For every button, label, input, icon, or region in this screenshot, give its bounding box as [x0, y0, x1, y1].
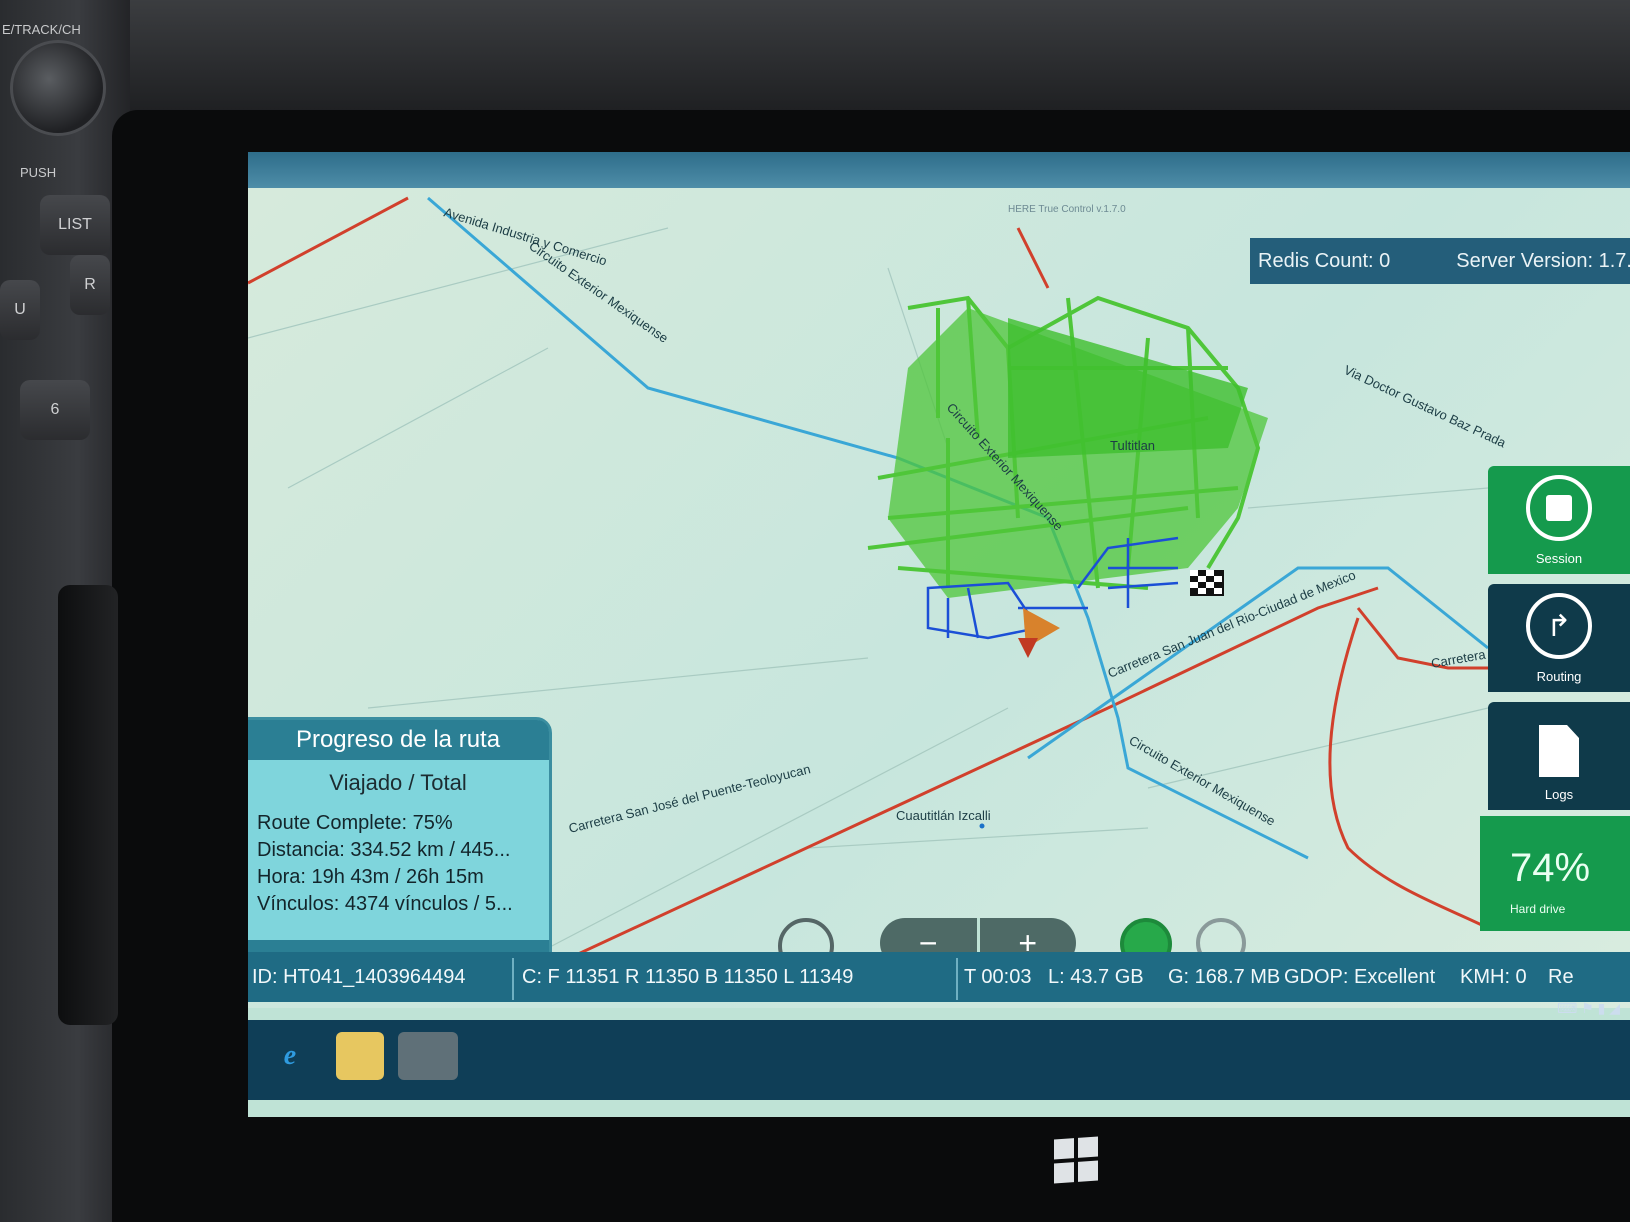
route-progress-title: Progreso de la ruta — [248, 720, 549, 760]
server-version: Server Version: 1.7.0 — [1456, 249, 1630, 272]
stop-icon — [1526, 475, 1592, 541]
six-button: 6 — [20, 380, 90, 440]
route-progress-subtitle: Viajado / Total — [329, 770, 467, 795]
routing-button[interactable]: ↱ Routing — [1488, 584, 1630, 692]
route-distance: Distancia: 334.52 km / 445... — [257, 839, 511, 861]
hard-drive-percent: 74% — [1510, 846, 1591, 890]
true-control-app-icon[interactable] — [398, 1032, 458, 1080]
server-info-bar: Redis Count: 0 Server Version: 1.7.0 — [1250, 238, 1630, 284]
logs-label: Logs — [1544, 787, 1574, 802]
r-button: R — [70, 255, 110, 315]
session-button[interactable]: Session — [1488, 466, 1630, 574]
status-counts: C: F 11351 R 11350 B 11350 L 11349 — [522, 966, 854, 988]
status-time: T 00:03 — [964, 966, 1032, 988]
map-label-carretera-jose: Carretera San José del Puente-Teoloyucan — [567, 761, 812, 836]
internet-explorer-icon[interactable]: e — [266, 1032, 314, 1080]
file-explorer-icon[interactable] — [336, 1032, 384, 1080]
route-time: Hora: 19h 43m / 26h 15m — [257, 866, 484, 888]
tablet-screen: Avenida Industria y Comercio Circuito Ex… — [248, 152, 1630, 1117]
session-label: Session — [1535, 551, 1583, 566]
status-local-storage: L: 43.7 GB — [1048, 966, 1144, 988]
windows-logo-icon[interactable] — [1054, 1136, 1098, 1184]
status-bar: ID: HT041_1403964494 C: F 11351 R 11350 … — [248, 952, 1630, 1002]
route-progress-panel: Progreso de la ruta Viajado / Total Rout… — [248, 717, 552, 979]
redis-count: Redis Count: 0 — [1258, 249, 1391, 272]
status-gdop: GDOP: Excellent — [1284, 966, 1436, 988]
logs-button[interactable]: Logs — [1488, 702, 1630, 810]
map-label-via-doctor: Via Doctor Gustavo Baz Prada — [1342, 362, 1509, 451]
app-title: HERE True Control v.1.7.0 — [1008, 204, 1126, 215]
logs-icon — [1539, 725, 1579, 777]
route-complete: Route Complete: 75% — [257, 812, 453, 834]
map-label-avenida: Avenida Industria y Comercio — [442, 205, 609, 269]
status-re: Re — [1548, 966, 1574, 988]
status-id: ID: HT041_1403964494 — [252, 966, 466, 988]
map-label-tultitlan: Tultitlan — [1110, 438, 1155, 453]
list-button: LIST — [40, 195, 110, 255]
status-g: G: 168.7 MB — [1168, 966, 1281, 988]
routing-label: Routing — [1536, 669, 1582, 684]
hard-drive-label: Hard drive — [1510, 902, 1566, 916]
window-title-strip — [248, 152, 1630, 188]
track-label: E/TRACK/CH — [2, 22, 81, 37]
windows-taskbar: e ⌨ ⚑ ▮ ◢ — [248, 1000, 1630, 1100]
u-button: U — [0, 280, 40, 340]
route-links: Vínculos: 4374 vínculos / 5... — [257, 893, 513, 915]
push-label: PUSH — [20, 165, 57, 180]
map-label-circuito-3: Circuito Exterior Mexiquense — [1127, 733, 1278, 829]
routing-icon: ↱ — [1526, 593, 1592, 659]
system-tray[interactable]: ⌨ ⚑ ▮ ◢ — [1557, 1000, 1620, 1017]
hard-drive-tile: 74% Hard drive — [1480, 816, 1630, 931]
volume-knob — [10, 40, 106, 136]
status-kmh: KMH: 0 — [1460, 966, 1527, 988]
tablet-mount-clip — [58, 585, 118, 1025]
map-label-cuautitlan: Cuautitlán Izcalli — [896, 808, 991, 823]
